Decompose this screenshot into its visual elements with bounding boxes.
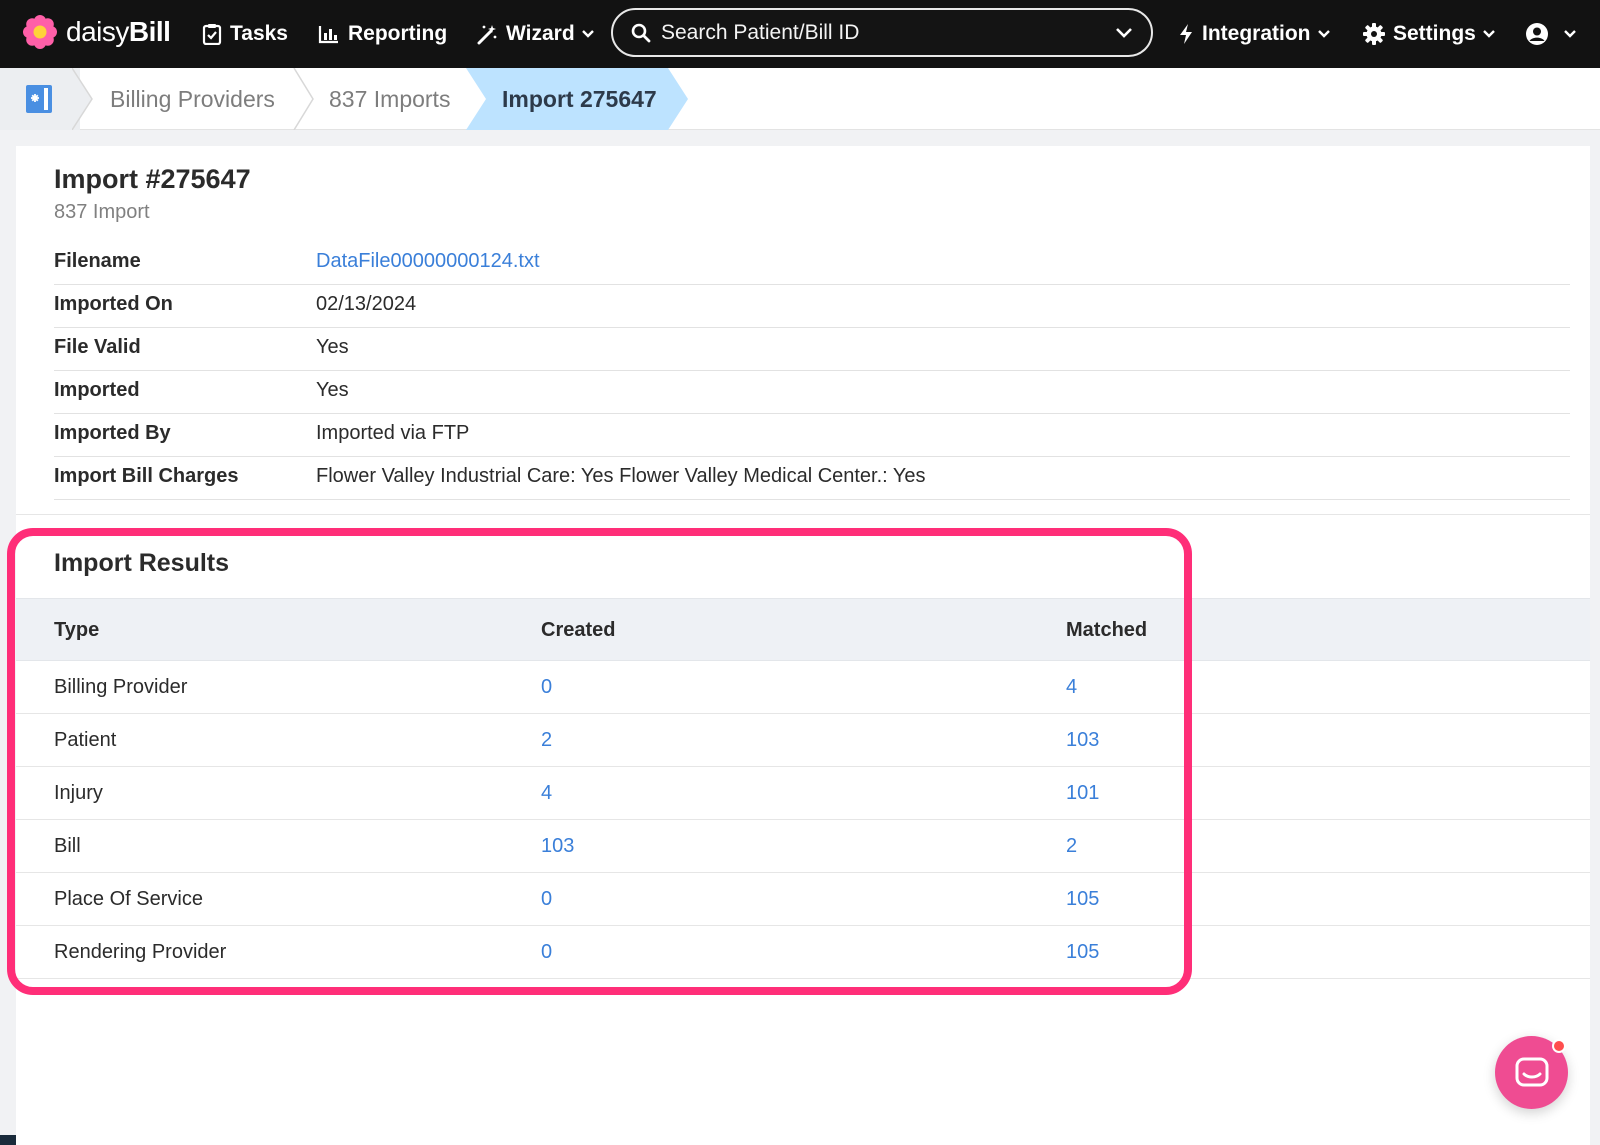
top-navigation: daisyBill Tasks Reporting Wizard Search …	[0, 0, 1600, 68]
table-row: Place Of Service 0 105	[16, 873, 1590, 926]
breadcrumb-837-imports[interactable]: 837 Imports	[329, 68, 450, 130]
page-title: Import #275647	[54, 164, 251, 194]
detail-value: Flower Valley Industrial Care: Yes Flowe…	[316, 465, 926, 487]
created-count-link[interactable]: 2	[541, 729, 552, 752]
chevron-down-icon	[1482, 30, 1495, 38]
nav-integration[interactable]: Integration	[1178, 0, 1331, 68]
table-row: Billing Provider 0 4	[16, 661, 1590, 714]
medical-folder-icon	[26, 85, 52, 113]
nav-settings-label: Settings	[1393, 22, 1476, 45]
results-table-header: Type Created Matched	[16, 598, 1590, 661]
detail-row-imported: Imported Yes	[54, 371, 1570, 414]
filename-link[interactable]: DataFile00000000124.txt	[316, 250, 540, 273]
column-header-type: Type	[54, 619, 100, 641]
breadcrumb-current-import: Import 275647	[502, 85, 657, 112]
created-count-link[interactable]: 0	[541, 676, 552, 699]
result-type: Billing Provider	[54, 676, 188, 698]
detail-label: Imported	[54, 379, 140, 401]
table-row: Rendering Provider 0 105	[16, 926, 1590, 979]
lightning-bolt-icon	[1180, 24, 1192, 44]
bar-chart-icon	[318, 26, 338, 44]
matched-count-link[interactable]: 101	[1066, 782, 1099, 805]
column-header-created: Created	[541, 619, 616, 641]
matched-count-link[interactable]: 2	[1066, 835, 1077, 858]
window-corner	[0, 1135, 16, 1145]
chevron-down-icon	[581, 30, 594, 38]
chevron-down-icon	[1564, 30, 1576, 38]
created-count-link[interactable]: 0	[541, 888, 552, 911]
detail-label: Imported By	[54, 422, 171, 444]
column-header-matched: Matched	[1066, 619, 1148, 641]
result-type: Injury	[54, 782, 103, 804]
nav-wizard[interactable]: Wizard	[476, 0, 595, 68]
clipboard-check-icon	[202, 24, 222, 45]
result-type: Bill	[54, 835, 81, 857]
breadcrumb-home[interactable]	[0, 68, 80, 130]
search-dropdown-chevron-icon[interactable]	[1115, 27, 1133, 39]
brand-name: daisyBill	[66, 16, 171, 48]
user-circle-icon	[1526, 23, 1548, 45]
matched-count-link[interactable]: 105	[1066, 941, 1099, 964]
nav-tasks[interactable]: Tasks	[202, 0, 288, 68]
detail-value: Imported via FTP	[316, 422, 470, 444]
detail-label: Import Bill Charges	[54, 465, 239, 487]
created-count-link[interactable]: 4	[541, 782, 552, 805]
table-row: Injury 4 101	[16, 767, 1590, 820]
detail-value: 02/13/2024	[316, 293, 417, 315]
brand-name-light: daisy	[66, 16, 129, 47]
matched-count-link[interactable]: 105	[1066, 888, 1099, 911]
page-subtitle: 837 Import	[54, 201, 150, 223]
nav-reporting[interactable]: Reporting	[318, 0, 447, 68]
detail-label: File Valid	[54, 336, 141, 358]
detail-row-imported-by: Imported By Imported via FTP	[54, 414, 1570, 457]
magic-wand-icon	[477, 25, 497, 45]
table-row: Bill 103 2	[16, 820, 1590, 873]
created-count-link[interactable]: 0	[541, 941, 552, 964]
search-icon	[631, 23, 651, 42]
breadcrumb-separator	[293, 68, 314, 130]
daisy-flower-icon	[23, 15, 57, 49]
detail-value: Yes	[316, 336, 349, 358]
gear-icon	[1363, 23, 1385, 45]
user-account-menu[interactable]	[1525, 0, 1577, 68]
patient-bill-search[interactable]	[611, 8, 1153, 57]
result-type: Patient	[54, 729, 117, 751]
result-type: Place Of Service	[54, 888, 203, 910]
nav-integration-label: Integration	[1202, 22, 1311, 45]
matched-count-link[interactable]: 4	[1066, 676, 1077, 699]
import-detail-card: Import #275647 837 Import Filename DataF…	[16, 146, 1590, 1145]
detail-row-file-valid: File Valid Yes	[54, 328, 1570, 371]
detail-label: Imported On	[54, 293, 173, 315]
detail-label: Filename	[54, 250, 141, 272]
brand-name-bold: Bill	[128, 16, 171, 47]
breadcrumb: Billing Providers 837 Imports Import 275…	[0, 68, 1600, 130]
import-results-title: Import Results	[54, 549, 230, 577]
section-divider	[16, 514, 1590, 515]
chat-bubble-icon	[1515, 1057, 1548, 1086]
matched-count-link[interactable]: 103	[1066, 729, 1099, 752]
breadcrumb-separator	[72, 68, 93, 130]
table-row: Patient 2 103	[16, 714, 1590, 767]
detail-row-import-bill-charges: Import Bill Charges Flower Valley Indust…	[54, 457, 1570, 500]
created-count-link[interactable]: 103	[541, 835, 574, 858]
daisybill-logo[interactable]: daisyBill	[22, 14, 171, 50]
result-type: Rendering Provider	[54, 941, 227, 963]
notification-dot	[1552, 1039, 1566, 1053]
nav-tasks-label: Tasks	[230, 22, 288, 45]
detail-row-imported-on: Imported On 02/13/2024	[54, 285, 1570, 328]
search-input[interactable]	[661, 20, 1115, 45]
breadcrumb-billing-providers[interactable]: Billing Providers	[110, 68, 275, 130]
nav-wizard-label: Wizard	[506, 22, 575, 45]
detail-value: Yes	[316, 379, 349, 401]
nav-reporting-label: Reporting	[348, 22, 448, 45]
nav-settings[interactable]: Settings	[1363, 0, 1496, 68]
detail-row-filename: Filename DataFile00000000124.txt	[54, 242, 1570, 285]
chevron-down-icon	[1317, 30, 1330, 38]
